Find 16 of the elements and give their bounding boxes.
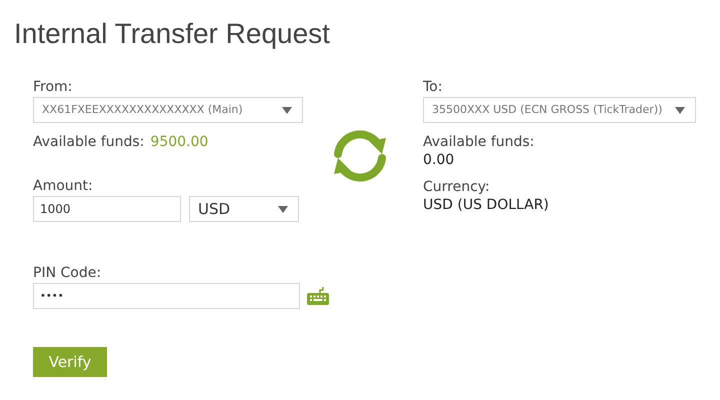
available-funds-value: 9500.00 <box>150 133 208 151</box>
from-label: From: <box>33 78 74 96</box>
available-funds-label: Available funds: <box>33 133 144 151</box>
pin-label: PIN Code: <box>33 264 102 282</box>
from-account-dropdown[interactable]: XX61FXEEXXXXXXXXXXXXXX (Main) <box>33 97 303 123</box>
page-title: Internal Transfer Request <box>14 17 330 51</box>
currency-value: USD (US DOLLAR) <box>423 196 550 214</box>
amount-field[interactable]: 1000 <box>33 196 181 222</box>
to-account-dropdown[interactable]: 35500XXX USD (ECN GROSS (TickTrader)) <box>423 97 696 123</box>
pin-field[interactable]: •••• <box>33 283 300 309</box>
amount-label: Amount: <box>33 177 94 195</box>
to-label: To: <box>423 78 444 96</box>
currency-label: Currency: <box>423 178 491 196</box>
available-funds-label: Available funds: <box>423 133 536 151</box>
currency-dropdown[interactable]: USD <box>189 196 299 222</box>
available-funds-value: 0.00 <box>423 151 456 169</box>
